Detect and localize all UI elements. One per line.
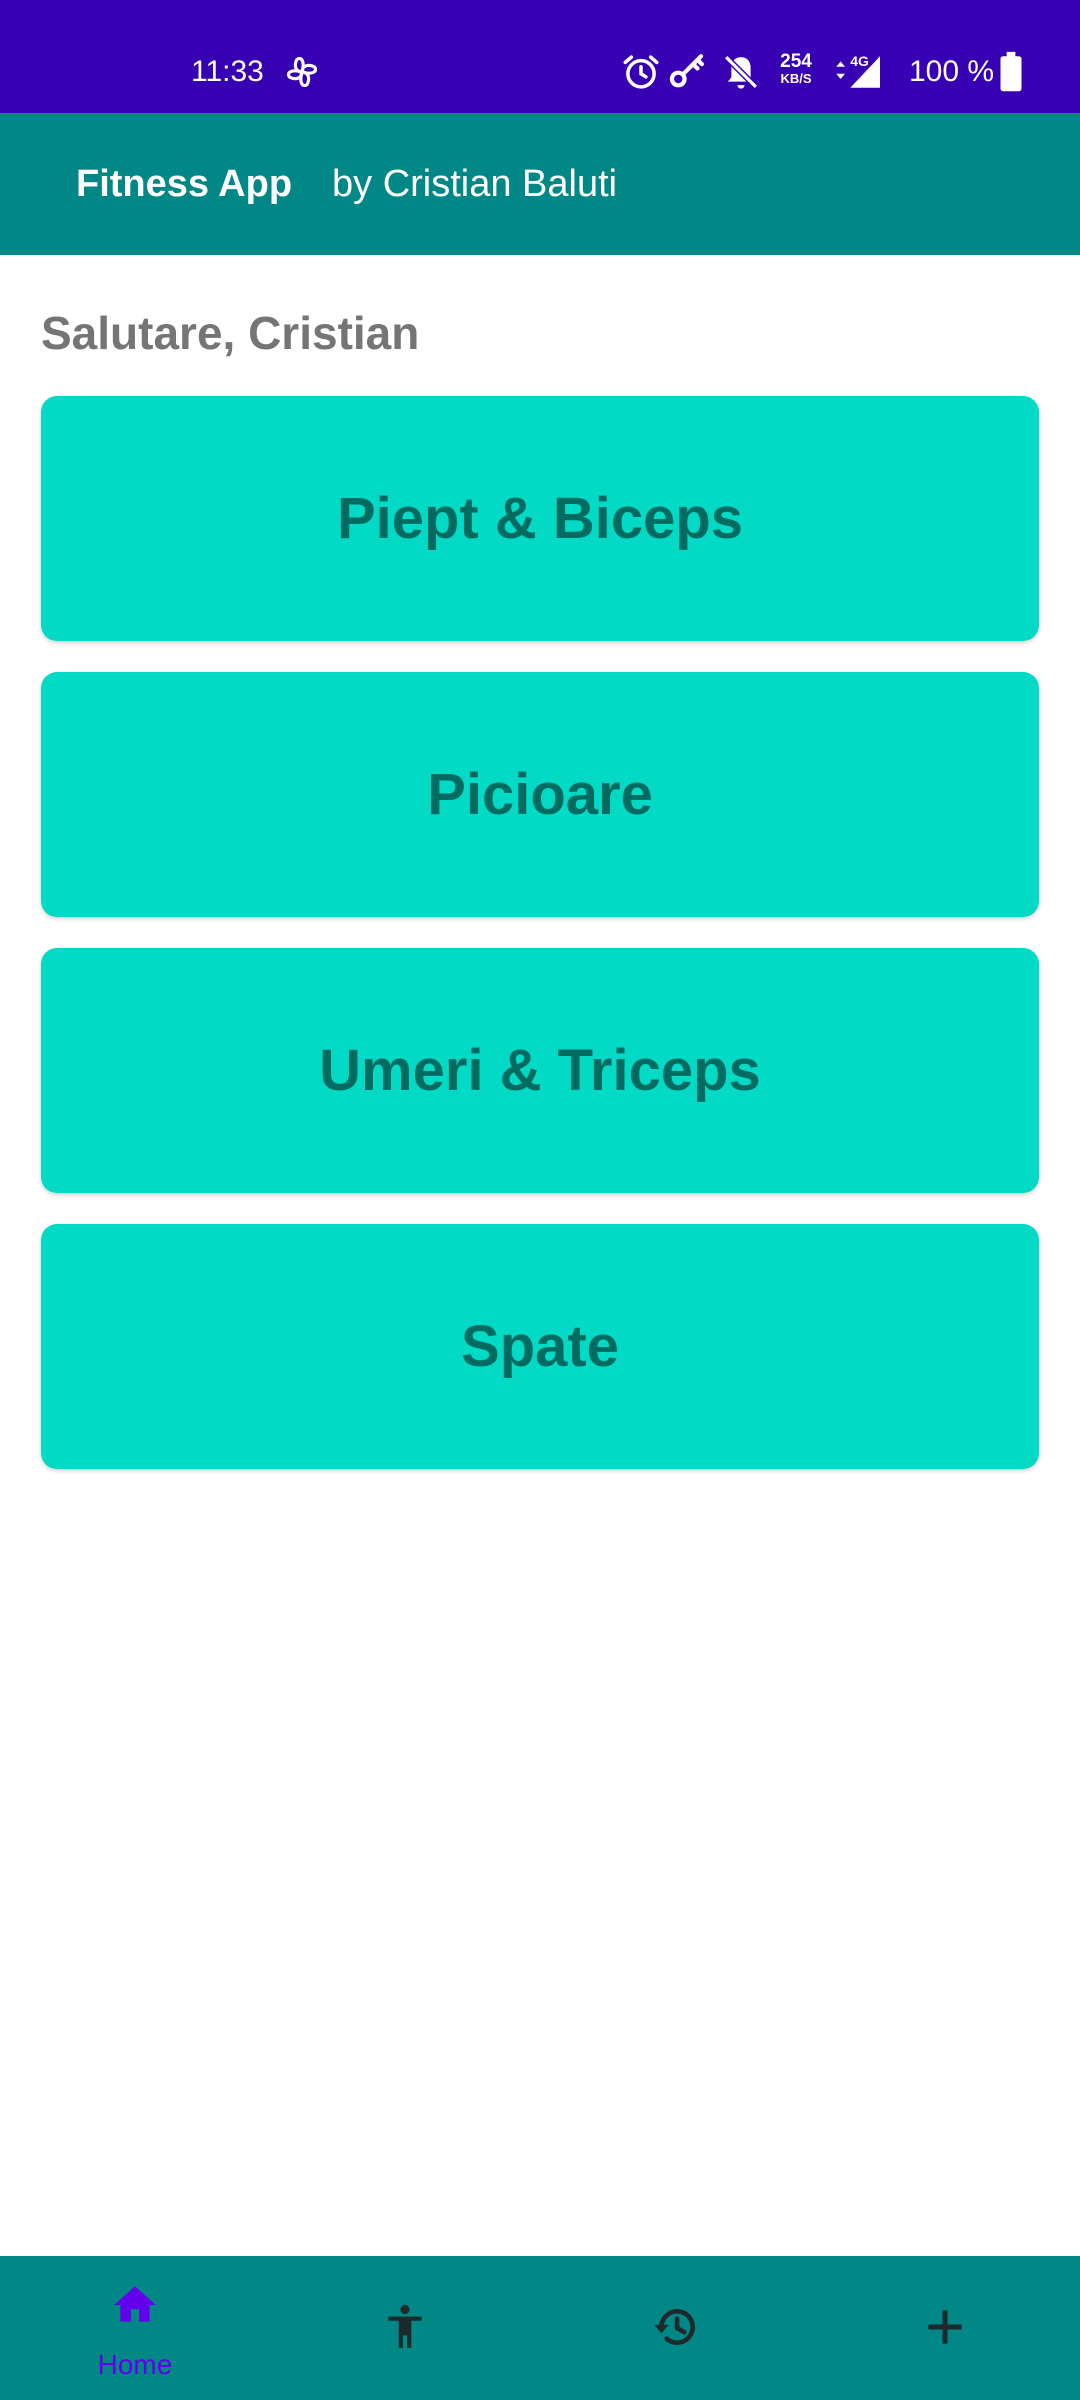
key-icon — [666, 51, 708, 93]
network-speed-value: 254 — [780, 51, 812, 72]
workout-card-umeri-triceps[interactable]: Umeri & Triceps — [41, 948, 1039, 1193]
network-speed: 254 KB/S — [774, 51, 818, 87]
workout-card-spate[interactable]: Spate — [41, 1224, 1039, 1469]
workout-card-label: Piept & Biceps — [336, 486, 744, 551]
alarm-icon — [620, 51, 662, 93]
history-icon — [650, 2302, 700, 2352]
signal-icon: 4G — [832, 51, 886, 93]
pinwheel-icon — [281, 51, 323, 93]
workout-card-picioare[interactable]: Picioare — [41, 672, 1039, 917]
workout-card-label: Spate — [461, 1314, 619, 1379]
notifications-off-icon — [720, 51, 762, 93]
battery-icon — [996, 51, 1026, 93]
status-bar: 11:33 254 KB/S 4G 100 % — [0, 0, 1080, 113]
nav-label-home: Home — [97, 2349, 173, 2380]
nav-item-history[interactable] — [540, 2256, 810, 2400]
add-icon — [920, 2302, 970, 2352]
workout-card-label: Picioare — [427, 762, 653, 827]
workout-card-label: Umeri & Triceps — [319, 1038, 761, 1103]
app-bar: Fitness App by Cristian Baluti — [0, 113, 1080, 255]
bottom-navigation: Home — [0, 2256, 1080, 2400]
network-speed-unit: KB/S — [780, 71, 812, 86]
network-type-label: 4G — [850, 53, 869, 69]
battery-level: 100 % — [909, 55, 995, 88]
nav-item-home[interactable]: Home — [0, 2256, 270, 2400]
nav-item-exercises[interactable] — [270, 2256, 540, 2400]
workout-card-piept-biceps[interactable]: Piept & Biceps — [41, 396, 1039, 641]
home-icon — [110, 2280, 160, 2330]
accessibility-icon — [380, 2302, 430, 2352]
nav-item-add[interactable] — [810, 2256, 1080, 2400]
app-title: Fitness App — [76, 163, 293, 205]
greeting-text: Salutare, Cristian — [41, 307, 420, 359]
status-time: 11:33 — [191, 55, 264, 88]
app-subtitle: by Cristian Baluti — [332, 163, 618, 205]
